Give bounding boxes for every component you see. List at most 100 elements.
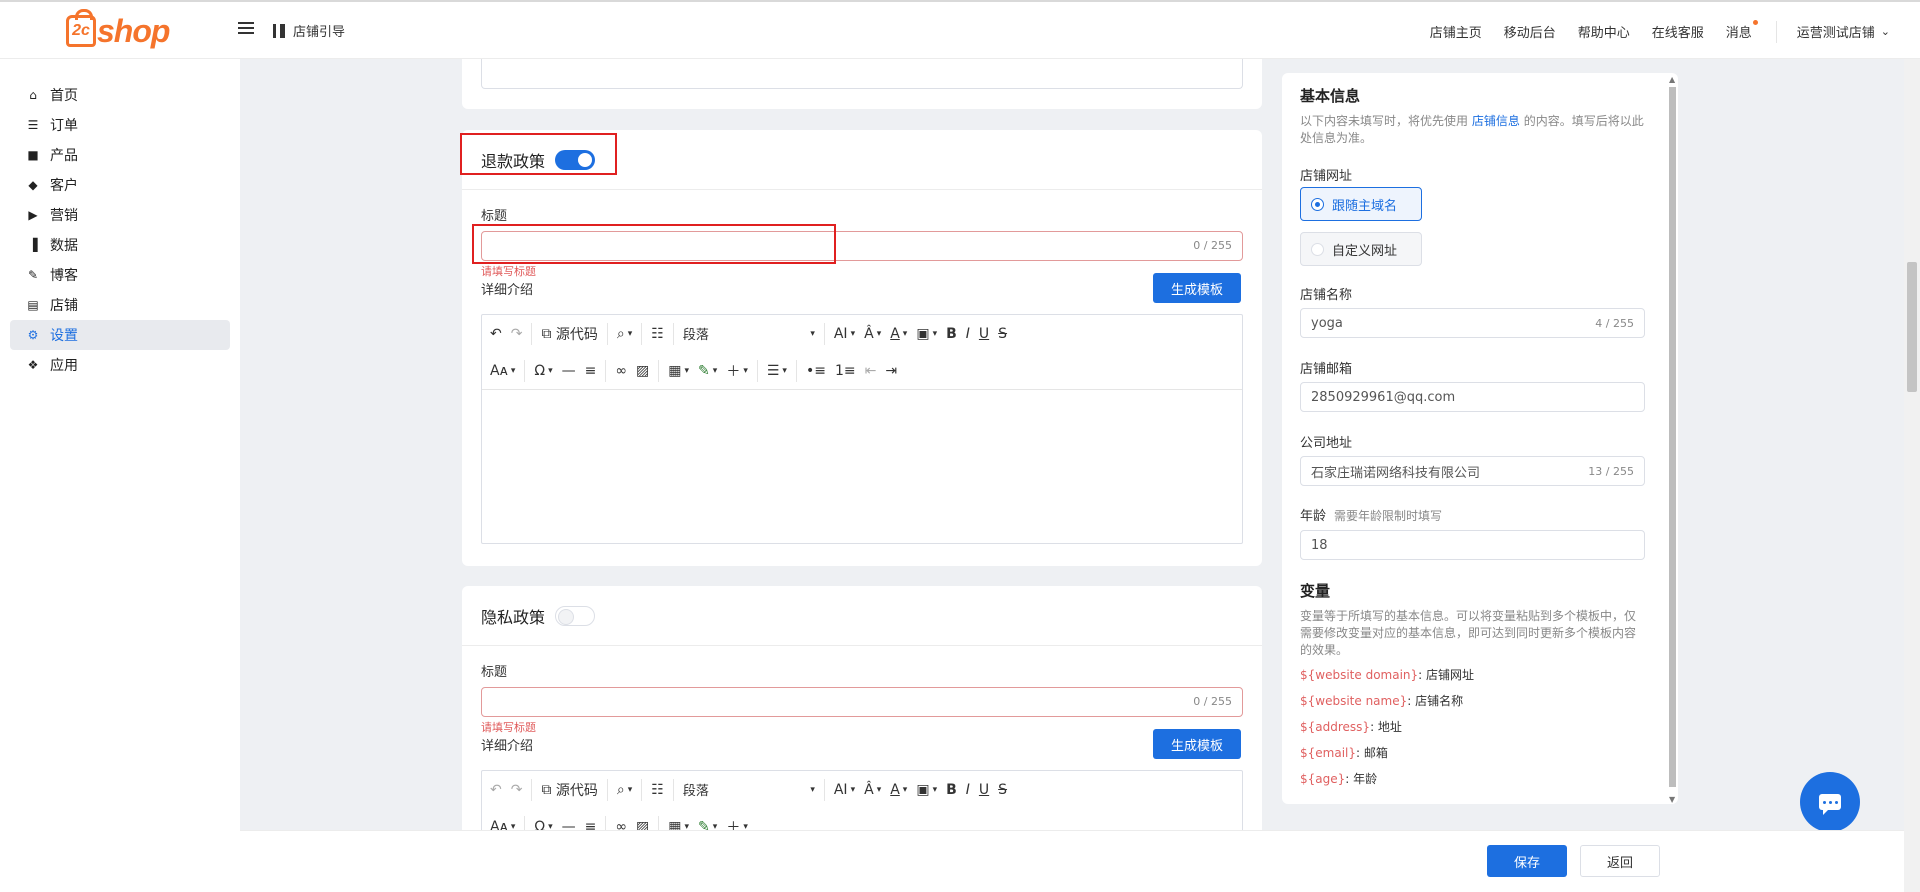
nav-store-home[interactable]: 店铺主页 <box>1430 22 1482 41</box>
horizontal-rule-icon[interactable]: — <box>562 819 576 831</box>
store-email-input[interactable]: 2850929961@qq.com <box>1300 382 1645 412</box>
variable-key[interactable]: ${address} <box>1300 720 1370 734</box>
align-icon[interactable]: ☰ ▾ <box>767 363 787 379</box>
save-button[interactable]: 保存 <box>1487 845 1567 877</box>
font-size-icon[interactable]: AI ▾ <box>834 782 855 798</box>
sidebar-item-products[interactable]: ■ 产品 <box>10 140 230 170</box>
page-scrollbar[interactable] <box>1904 59 1920 892</box>
sidebar-item-customers[interactable]: ◆ 客户 <box>10 170 230 200</box>
highlight-color-icon[interactable]: ▣ ▾ <box>916 326 937 342</box>
domain-option-custom[interactable]: 自定义网址 <box>1300 232 1422 266</box>
strikethrough-icon[interactable]: S <box>998 326 1007 342</box>
underline-icon[interactable]: U <box>979 326 989 342</box>
scroll-up-icon[interactable]: ▲ <box>1669 75 1675 84</box>
bold-icon[interactable]: B <box>946 326 957 342</box>
nav-online-support[interactable]: 在线客服 <box>1652 22 1704 41</box>
undo-icon[interactable]: ↶ <box>490 782 502 798</box>
store-guide-link[interactable]: 店铺引导 <box>273 21 345 40</box>
sidebar-item-blog[interactable]: ✎ 博客 <box>10 260 230 290</box>
privacy-title-input[interactable]: 0 / 255 <box>481 687 1243 717</box>
font-family-icon[interactable]: Â ▾ <box>864 782 881 798</box>
age-input[interactable]: 18 <box>1300 530 1645 560</box>
store-switcher[interactable]: 运营测试店铺 ⌄ <box>1797 22 1890 41</box>
select-all-icon[interactable]: ☷ <box>651 326 664 342</box>
italic-icon[interactable]: I <box>966 326 970 342</box>
domain-option-follow-main[interactable]: 跟随主域名 <box>1300 187 1422 221</box>
address-input[interactable]: 石家庄瑞诺网络科技有限公司 13 / 255 <box>1300 456 1645 486</box>
bold-icon[interactable]: B <box>946 782 957 798</box>
blog-icon: ✎ <box>27 268 39 282</box>
insert-icon[interactable]: ＋ ▾ <box>726 361 748 381</box>
editor-content-area[interactable] <box>482 389 1242 543</box>
numbered-list-icon[interactable]: 1≡ <box>835 363 856 379</box>
find-replace-icon[interactable]: ⌕ ▾ <box>617 782 632 798</box>
source-code-button[interactable]: ⧉ 源代码 <box>541 324 597 344</box>
font-family-icon[interactable]: Â ▾ <box>864 326 881 342</box>
table-icon[interactable]: ▦ ▾ <box>668 819 689 831</box>
chat-support-button[interactable] <box>1800 772 1860 832</box>
italic-icon[interactable]: I <box>966 782 970 798</box>
highlight-color-icon[interactable]: ▣ ▾ <box>916 782 937 798</box>
font-color-icon[interactable]: A ▾ <box>890 326 907 342</box>
bullet-list-icon[interactable]: •≡ <box>806 363 826 379</box>
sidebar-item-apps[interactable]: ❖ 应用 <box>10 350 230 380</box>
sidebar-item-home[interactable]: ⌂ 首页 <box>10 80 230 110</box>
link-icon[interactable]: ∞ <box>615 363 627 379</box>
nav-mobile-admin[interactable]: 移动后台 <box>1504 22 1556 41</box>
panel-scroll-thumb[interactable] <box>1669 87 1676 787</box>
variable-key[interactable]: ${website name} <box>1300 694 1407 708</box>
source-code-button[interactable]: ⧉ 源代码 <box>541 780 597 800</box>
variable-key[interactable]: ${email} <box>1300 746 1356 760</box>
panel-scrollbar[interactable]: ▲ ▼ <box>1667 73 1678 804</box>
link-icon[interactable]: ∞ <box>615 819 627 831</box>
image-icon[interactable]: ▨ <box>636 819 649 831</box>
find-replace-icon[interactable]: ⌕ ▾ <box>617 326 632 342</box>
variable-key[interactable]: ${website domain} <box>1300 668 1418 682</box>
pen-icon[interactable]: ✎ ▾ <box>698 363 717 379</box>
radio-checked-icon <box>1311 197 1324 211</box>
store-name-input[interactable]: yoga 4 / 255 <box>1300 308 1645 338</box>
undo-icon[interactable]: ↶ <box>490 326 502 342</box>
privacy-generate-template-button[interactable]: 生成模板 <box>1153 729 1241 759</box>
back-button[interactable]: 返回 <box>1580 845 1660 877</box>
underline-icon[interactable]: U <box>979 782 989 798</box>
special-char-icon[interactable]: Ω ▾ <box>534 819 552 831</box>
special-char-icon[interactable]: Ω ▾ <box>534 363 552 379</box>
sidebar-item-label: 数据 <box>50 238 78 254</box>
sidebar-item-orders[interactable]: ☰ 订单 <box>10 110 230 140</box>
page-break-icon[interactable]: ≡ <box>585 819 597 831</box>
outdent-icon[interactable]: ⇤ <box>865 363 877 379</box>
redo-icon[interactable]: ↷ <box>511 326 523 342</box>
paragraph-select[interactable]: 段落 ▾ <box>683 780 815 799</box>
paragraph-select[interactable]: 段落 ▾ <box>683 324 815 343</box>
nav-messages[interactable]: 消息 <box>1726 20 1758 41</box>
sidebar-item-store[interactable]: ▤ 店铺 <box>10 290 230 320</box>
nav-help-center[interactable]: 帮助中心 <box>1578 22 1630 41</box>
letter-case-icon[interactable]: Aᴀ ▾ <box>490 363 515 379</box>
table-icon[interactable]: ▦ ▾ <box>668 363 689 379</box>
page-break-icon[interactable]: ≡ <box>585 363 597 379</box>
logo[interactable]: 2c shop <box>66 9 170 50</box>
variable-key[interactable]: ${age} <box>1300 772 1345 786</box>
select-all-icon[interactable]: ☷ <box>651 782 664 798</box>
pen-icon[interactable]: ✎ ▾ <box>698 819 717 831</box>
image-icon[interactable]: ▨ <box>636 363 649 379</box>
indent-icon[interactable]: ⇥ <box>885 363 897 379</box>
page-scroll-thumb[interactable] <box>1907 262 1917 392</box>
sidebar-item-data[interactable]: ▐ 数据 <box>10 230 230 260</box>
insert-icon[interactable]: ＋ ▾ <box>726 817 748 831</box>
refund-generate-template-button[interactable]: 生成模板 <box>1153 273 1241 303</box>
privacy-policy-toggle[interactable] <box>555 605 596 626</box>
previous-editor-area[interactable] <box>481 59 1243 89</box>
store-info-link[interactable]: 店铺信息 <box>1472 114 1520 128</box>
menu-toggle-icon[interactable] <box>238 22 254 36</box>
font-size-icon[interactable]: AI ▾ <box>834 326 855 342</box>
strikethrough-icon[interactable]: S <box>998 782 1007 798</box>
redo-icon[interactable]: ↷ <box>511 782 523 798</box>
sidebar-item-settings[interactable]: ⚙ 设置 <box>10 320 230 350</box>
sidebar-item-marketing[interactable]: ▶ 营销 <box>10 200 230 230</box>
font-color-icon[interactable]: A ▾ <box>890 782 907 798</box>
horizontal-rule-icon[interactable]: — <box>562 363 576 379</box>
scroll-down-icon[interactable]: ▼ <box>1669 795 1675 804</box>
letter-case-icon[interactable]: Aᴀ ▾ <box>490 819 515 831</box>
